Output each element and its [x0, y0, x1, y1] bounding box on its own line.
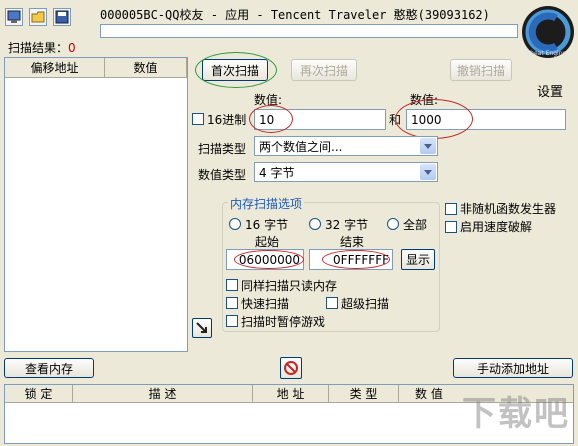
- add-selected-button[interactable]: [192, 318, 212, 338]
- value-1-highlight: [249, 105, 293, 133]
- super-scan-checkbox[interactable]: [326, 297, 338, 309]
- readonly-checkbox-label: 同样扫描只读内存: [241, 279, 338, 293]
- fast-scan-checkbox[interactable]: [226, 297, 238, 309]
- show-button[interactable]: 显示: [401, 249, 435, 270]
- value-type-select[interactable]: 4 字节: [254, 162, 438, 182]
- super-scan-checkbox-label: 超级扫描: [341, 297, 390, 311]
- clear-list-button[interactable]: [280, 357, 302, 379]
- speed-hack-checkbox[interactable]: [445, 221, 457, 233]
- radio-16-bytes[interactable]: [229, 218, 241, 230]
- value-type-value: 4 字节: [259, 165, 295, 180]
- value-2-highlight: [395, 99, 473, 139]
- cheat-engine-logo[interactable]: Cheat Engine: [520, 2, 576, 78]
- open-button[interactable]: [29, 8, 47, 26]
- col-address[interactable]: 地 址: [253, 385, 329, 402]
- first-scan-highlight: [195, 52, 277, 88]
- radio-32-bytes-label: 32 字节: [325, 218, 369, 232]
- logo-text: Cheat Engine: [526, 50, 567, 57]
- end-address-highlight: [322, 250, 390, 269]
- col-type[interactable]: 类 型: [329, 385, 399, 402]
- watermark: 下载吧: [462, 394, 570, 434]
- save-button[interactable]: [53, 8, 71, 26]
- radio-all[interactable]: [387, 218, 399, 230]
- fast-scan-checkbox-label: 快速扫描: [241, 297, 290, 311]
- speed-hack-label: 启用速度破解: [460, 220, 533, 234]
- scan-type-label: 扫描类型: [198, 142, 247, 156]
- view-memory-button[interactable]: 查看内存: [4, 358, 94, 378]
- random-gen-checkbox[interactable]: [445, 203, 457, 215]
- results-list[interactable]: 偏移地址 数值: [4, 57, 188, 352]
- settings-link[interactable]: 设置: [537, 81, 563, 100]
- scan-results-label: 扫描结果：0: [8, 41, 76, 55]
- memory-scan-options-title: 内存扫描选项: [228, 195, 305, 212]
- results-list-header: 偏移地址 数值: [5, 58, 187, 78]
- scan-progress-bar: [100, 24, 518, 38]
- process-select-button[interactable]: [5, 8, 23, 26]
- random-gen-label: 非随机函数发生器: [460, 202, 557, 216]
- no-sign-icon: [284, 361, 298, 375]
- col-offset-address[interactable]: 偏移地址: [5, 58, 105, 77]
- hex-checkbox-label: 16进制: [207, 113, 247, 127]
- pause-game-checkbox[interactable]: [226, 315, 238, 327]
- open-folder-icon: [31, 11, 45, 23]
- diagonal-arrow-icon: [196, 322, 207, 333]
- scan-results-count: 0: [68, 41, 76, 55]
- col-lock[interactable]: 锁 定: [5, 385, 73, 402]
- scan-type-value: 两个数值之间...: [259, 139, 343, 154]
- pause-game-checkbox-label: 扫描时暂停游戏: [241, 315, 326, 329]
- col-description[interactable]: 描 述: [73, 385, 253, 402]
- process-select-icon: [7, 10, 21, 23]
- col-value[interactable]: 数值: [105, 58, 187, 77]
- add-address-button[interactable]: 手动添加地址: [453, 358, 573, 378]
- next-scan-button[interactable]: 再次扫描: [291, 59, 357, 81]
- radio-all-label: 全部: [403, 218, 428, 232]
- chevron-down-icon: [420, 164, 436, 180]
- save-icon: [55, 10, 69, 24]
- undo-scan-button[interactable]: 撤销扫描: [450, 59, 512, 81]
- start-label: 起始: [255, 235, 280, 249]
- process-title: 000005BC-QQ校友 - 应用 - Tencent Traveler 憨憨…: [100, 8, 490, 22]
- chevron-down-icon: [420, 138, 436, 154]
- end-label: 结束: [340, 235, 365, 249]
- scan-type-select[interactable]: 两个数值之间...: [254, 136, 438, 156]
- start-address-highlight: [234, 250, 304, 269]
- value-type-label: 数值类型: [198, 168, 247, 182]
- radio-16-bytes-label: 16 字节: [245, 218, 289, 232]
- radio-32-bytes[interactable]: [309, 218, 321, 230]
- hex-checkbox[interactable]: [192, 113, 204, 125]
- readonly-checkbox[interactable]: [226, 279, 238, 291]
